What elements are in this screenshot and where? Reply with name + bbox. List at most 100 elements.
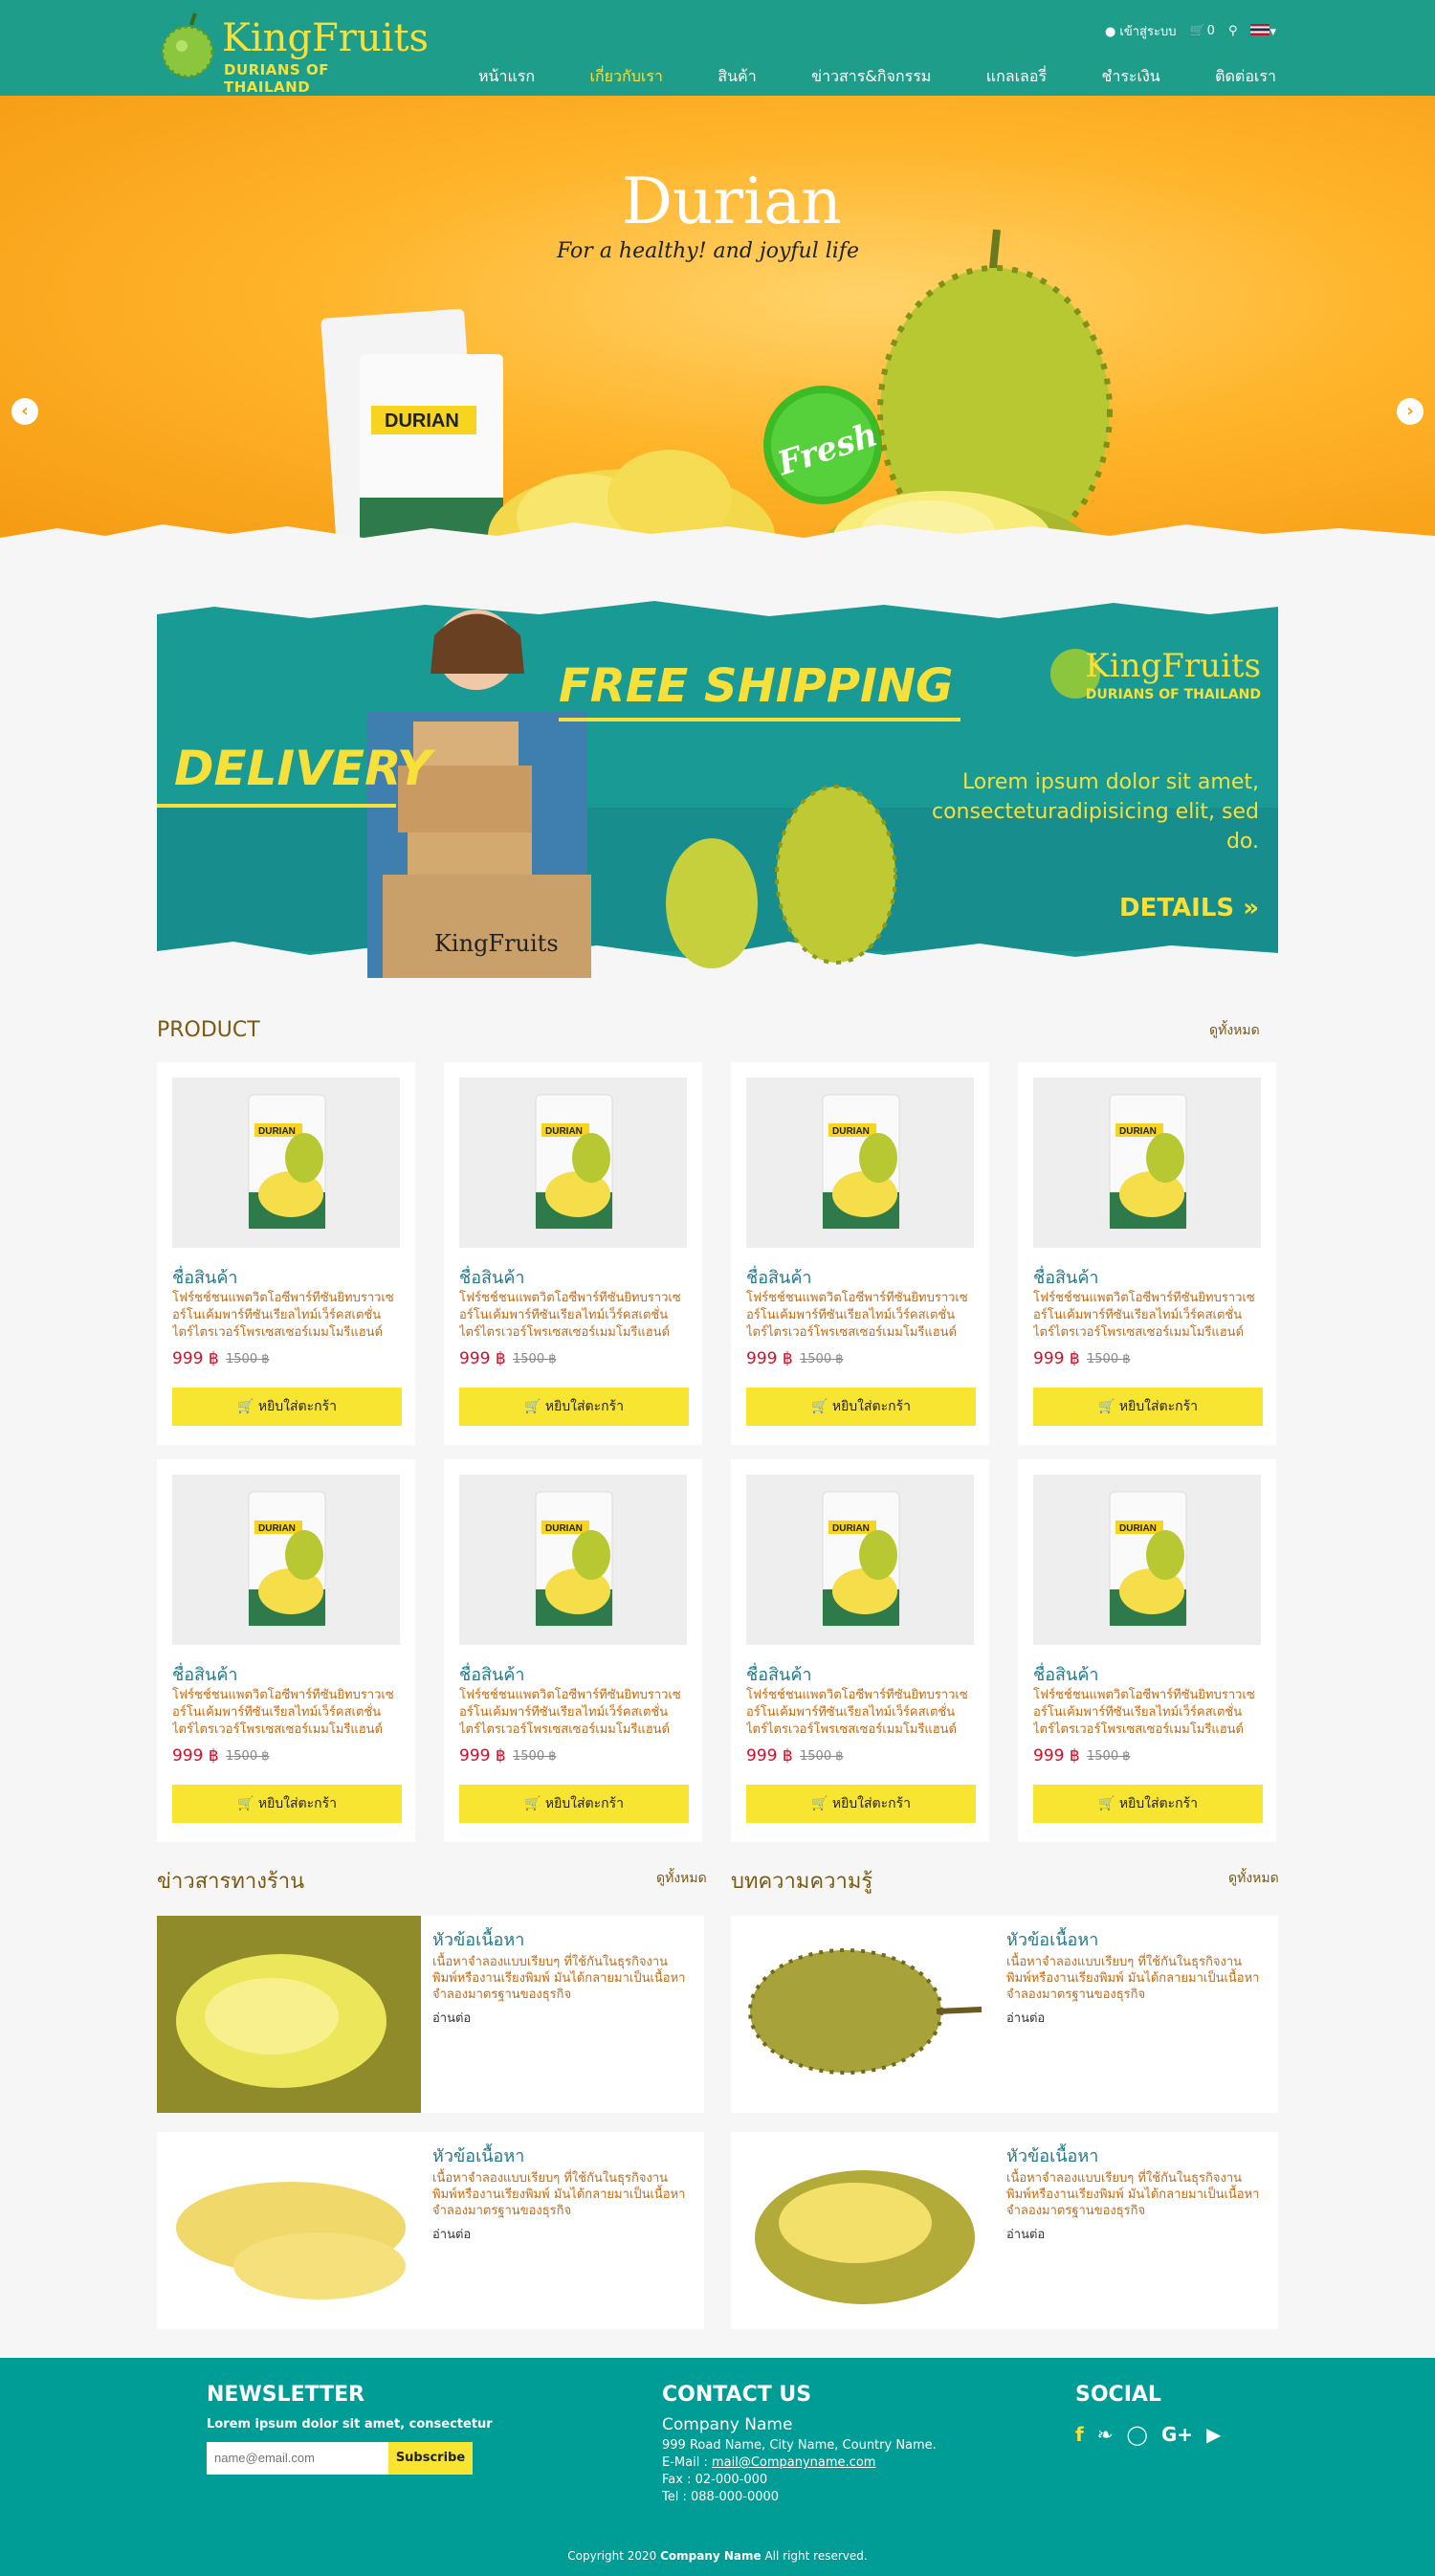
product-price: 999 ฿: [459, 1349, 506, 1368]
read-more-link[interactable]: อ่านต่อ: [1006, 2008, 1045, 2028]
nav-payment[interactable]: ชำระเงิน: [1101, 65, 1159, 89]
news-item[interactable]: หัวข้อเนื้อหา เนื้อหาจำลองแบบเรียบๆ ที่ใ…: [157, 1916, 704, 2113]
read-more-link[interactable]: อ่านต่อ: [1006, 2224, 1045, 2244]
social-title: SOCIAL: [1075, 2383, 1161, 2407]
free-shipping-heading: FREE SHIPPING: [559, 659, 954, 713]
nav-gallery[interactable]: แกลเลอรี่: [986, 65, 1047, 89]
cart-link[interactable]: 🛒 0: [1189, 24, 1214, 38]
add-to-cart-button[interactable]: 🛒 หยิบใส่ตะกร้า: [172, 1785, 402, 1823]
product-description: โฟร์ชช์ชนแพตวิตโอซีพาร์ทีซันยิทบราวเซอร์…: [172, 1291, 394, 1340]
details-link[interactable]: DETAILS »: [1119, 894, 1259, 922]
cart-icon: 🛒: [236, 1796, 254, 1811]
add-to-cart-button[interactable]: 🛒 หยิบใส่ตะกร้า: [459, 1388, 689, 1426]
prev-slide-arrow-icon[interactable]: ‹: [11, 398, 38, 425]
add-to-cart-button[interactable]: 🛒 หยิบใส่ตะกร้า: [172, 1388, 402, 1426]
add-to-cart-button[interactable]: 🛒 หยิบใส่ตะกร้า: [1033, 1785, 1263, 1823]
product-name[interactable]: ชื่อสินค้า: [459, 1263, 524, 1291]
article-item[interactable]: หัวข้อเนื้อหา เนื้อหาจำลองแบบเรียบๆ ที่ใ…: [731, 2132, 1278, 2329]
logo-title: KingFruits: [222, 16, 430, 60]
add-to-cart-label: หยิบใส่ตะกร้า: [257, 1796, 338, 1811]
nav-home[interactable]: หน้าแรก: [478, 65, 535, 89]
product-image[interactable]: DURIAN: [746, 1475, 974, 1645]
copyright-prefix: Copyright 2020: [567, 2549, 661, 2563]
product-card[interactable]: DURIAN ชื่อสินค้า โฟร์ชช์ชนแพตวิตโอซีพาร์ท…: [444, 1459, 702, 1842]
article-heading[interactable]: หัวข้อเนื้อหา: [1006, 1925, 1098, 1953]
product-section-title: PRODUCT: [157, 1018, 260, 1042]
product-image[interactable]: DURIAN: [459, 1475, 687, 1645]
product-image[interactable]: DURIAN: [1033, 1475, 1261, 1645]
article-heading[interactable]: หัวข้อเนื้อหา: [1006, 2142, 1098, 2169]
news-heading[interactable]: หัวข้อเนื้อหา: [432, 2142, 524, 2169]
add-to-cart-button[interactable]: 🛒 หยิบใส่ตะกร้า: [746, 1388, 976, 1426]
product-name[interactable]: ชื่อสินค้า: [746, 1263, 811, 1291]
banner-logo-subtitle: DURIANS OF THAILAND: [1085, 687, 1261, 702]
product-image[interactable]: DURIAN: [1033, 1077, 1261, 1248]
read-more-link[interactable]: อ่านต่อ: [432, 2224, 471, 2244]
chevron-down-icon: ▾: [1269, 24, 1276, 39]
news-item[interactable]: หัวข้อเนื้อหา เนื้อหาจำลองแบบเรียบๆ ที่ใ…: [157, 2132, 704, 2329]
article-item[interactable]: หัวข้อเนื้อหา เนื้อหาจำลองแบบเรียบๆ ที่ใ…: [731, 1916, 1278, 2113]
product-name[interactable]: ชื่อสินค้า: [459, 1660, 524, 1688]
youtube-icon[interactable]: ▶: [1206, 2423, 1221, 2446]
instagram-icon[interactable]: ◯: [1126, 2423, 1147, 2446]
box-label: KingFruits: [434, 930, 559, 957]
product-card[interactable]: DURIAN ชื่อสินค้า โฟร์ชช์ชนแพตวิตโอซีพาร์ท…: [1018, 1459, 1276, 1842]
add-to-cart-button[interactable]: 🛒 หยิบใส่ตะกร้า: [746, 1785, 976, 1823]
product-name[interactable]: ชื่อสินค้า: [746, 1660, 811, 1688]
hero-title: Durian: [622, 165, 842, 238]
thai-flag-icon: [1250, 23, 1270, 35]
logo[interactable]: KingFruits DURIANS OF THAILAND: [157, 11, 429, 96]
product-description: โฟร์ชช์ชนแพตวิตโอซีพาร์ทีซันยิทบราวเซอร์…: [172, 1688, 394, 1737]
article-excerpt: เนื้อหาจำลองแบบเรียบๆ ที่ใช้กันในธุรกิจง…: [1006, 2171, 1260, 2218]
articles-see-all-link[interactable]: ดูทั้งหมด: [1228, 1868, 1279, 1889]
free-shipping-banner[interactable]: KingFruits FREE SHIPPING DELIVERY KingFr…: [157, 597, 1278, 978]
product-image[interactable]: DURIAN: [459, 1077, 687, 1248]
product-name[interactable]: ชื่อสินค้า: [172, 1263, 237, 1291]
product-card[interactable]: DURIAN ชื่อสินค้า โฟร์ชช์ชนแพตวิตโอซีพาร์ท…: [731, 1459, 989, 1842]
facebook-icon[interactable]: f: [1075, 2423, 1084, 2446]
nav-news[interactable]: ข่าวสาร&กิจกรรม: [811, 65, 931, 89]
add-to-cart-button[interactable]: 🛒 หยิบใส่ตะกร้า: [459, 1785, 689, 1823]
product-name[interactable]: ชื่อสินค้า: [172, 1660, 237, 1688]
user-icon: ●: [1104, 25, 1116, 39]
login-link[interactable]: ● เข้าสู่ระบบ: [1105, 21, 1177, 41]
search-icon[interactable]: ⚲: [1228, 24, 1238, 38]
news-see-all-link[interactable]: ดูทั้งหมด: [656, 1868, 707, 1889]
product-card[interactable]: DURIAN ชื่อสินค้า โฟร์ชช์ชนแพตวิตโอซีพาร์ท…: [157, 1459, 415, 1842]
product-card[interactable]: DURIAN ชื่อสินค้า โฟร์ชช์ชนแพตวิตโอซีพาร์ท…: [731, 1062, 989, 1445]
product-card[interactable]: DURIAN ชื่อสินค้า โฟร์ชช์ชนแพตวิตโอซีพาร์ท…: [157, 1062, 415, 1445]
whole-durian-image: [731, 1916, 995, 2113]
product-name[interactable]: ชื่อสินค้า: [1033, 1660, 1098, 1688]
product-image[interactable]: DURIAN: [172, 1475, 400, 1645]
copyright-company: Company Name: [660, 2549, 762, 2563]
read-more-link[interactable]: อ่านต่อ: [432, 2008, 471, 2028]
product-image-label: DURIAN: [545, 1126, 583, 1137]
product-old-price: 1500 ฿: [1087, 1749, 1131, 1764]
language-selector[interactable]: ▾: [1250, 23, 1276, 39]
twitter-icon[interactable]: ❧: [1097, 2423, 1114, 2446]
product-description: โฟร์ชช์ชนแพตวิตโอซีพาร์ทีซันยิทบราวเซอร์…: [746, 1688, 968, 1737]
nav-about[interactable]: เกี่ยวกับเรา: [589, 65, 662, 89]
cart-count: 0: [1206, 24, 1215, 38]
newsletter-title: NEWSLETTER: [207, 2383, 365, 2407]
newsletter-email-input[interactable]: [207, 2442, 388, 2475]
login-label: เข้าสู่ระบบ: [1119, 25, 1177, 39]
nav-contact[interactable]: ติดต่อเรา: [1215, 65, 1276, 89]
company-email-link[interactable]: mail@Companyname.com: [712, 2455, 875, 2470]
product-image[interactable]: DURIAN: [172, 1077, 400, 1248]
news-heading[interactable]: หัวข้อเนื้อหา: [432, 1925, 524, 1953]
next-slide-arrow-icon[interactable]: ›: [1397, 398, 1424, 425]
articles-section-title: บทความความรู้: [731, 1870, 873, 1894]
google-plus-icon[interactable]: G+: [1161, 2423, 1193, 2446]
product-card[interactable]: DURIAN ชื่อสินค้า โฟร์ชช์ชนแพตวิตโอซีพาร์ท…: [1018, 1062, 1276, 1445]
product-card[interactable]: DURIAN ชื่อสินค้า โฟร์ชช์ชนแพตวิตโอซีพาร์ท…: [444, 1062, 702, 1445]
product-see-all-link[interactable]: ดูทั้งหมด: [1209, 1020, 1260, 1041]
product-name[interactable]: ชื่อสินค้า: [1033, 1263, 1098, 1291]
durian-flesh-image: [157, 1916, 421, 2113]
product-image-label: DURIAN: [832, 1126, 870, 1137]
nav-products[interactable]: สินค้า: [718, 65, 756, 89]
add-to-cart-button[interactable]: 🛒 หยิบใส่ตะกร้า: [1033, 1388, 1263, 1426]
social-links: f ❧ ◯ G+ ▶: [1075, 2423, 1221, 2446]
product-image[interactable]: DURIAN: [746, 1077, 974, 1248]
subscribe-button[interactable]: Subscribe: [388, 2442, 473, 2475]
